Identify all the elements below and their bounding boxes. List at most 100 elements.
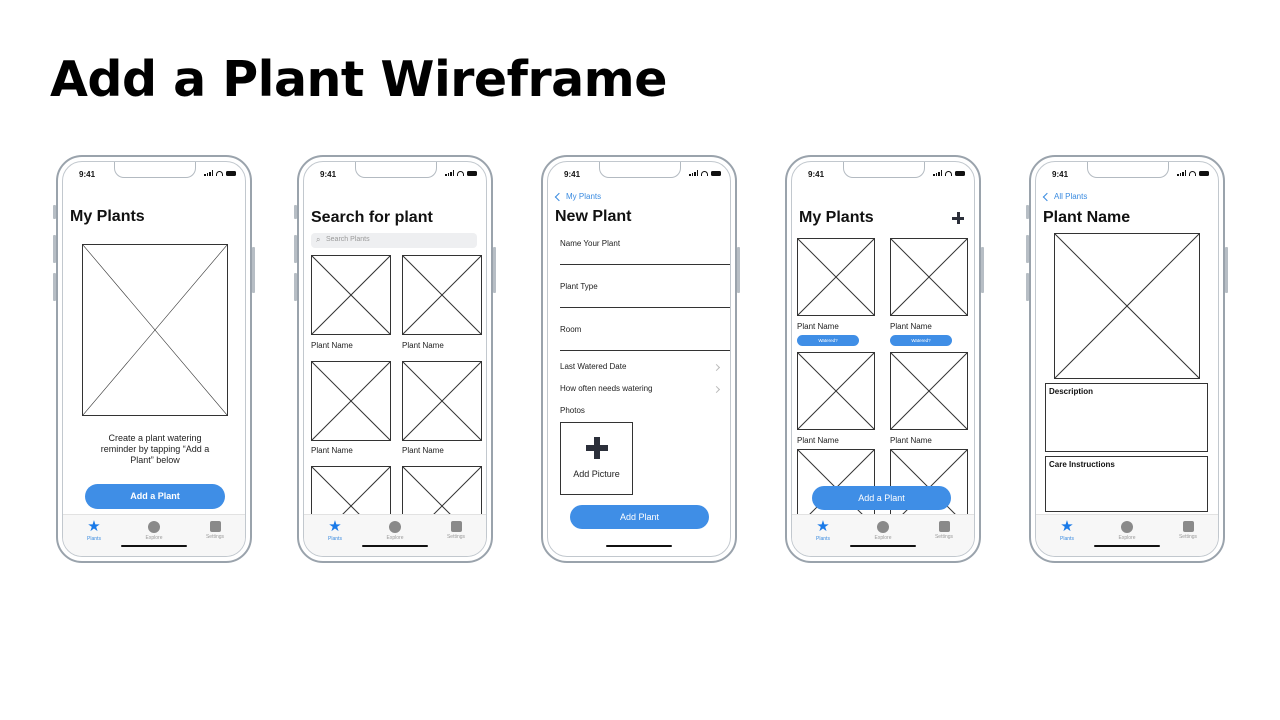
image-placeholder[interactable] xyxy=(890,238,968,316)
tab-label: Plants xyxy=(816,536,830,542)
wifi-icon xyxy=(1189,170,1196,176)
search-input[interactable]: ⌕ Search Plants xyxy=(311,233,477,248)
image-placeholder xyxy=(82,244,228,416)
tab-plants[interactable]: ★ Plants xyxy=(1047,519,1087,542)
status-icons xyxy=(689,170,721,176)
field-label-room: Room xyxy=(560,325,582,334)
battery-icon xyxy=(467,170,477,176)
chevron-right-icon xyxy=(712,363,721,372)
screen-title: My Plants xyxy=(799,209,874,226)
phone-new-plant: 9:41 My Plants New Plant Name Your Plant… xyxy=(541,155,740,563)
notch xyxy=(843,162,925,178)
care-instructions-box: Care Instructions xyxy=(1045,456,1208,512)
tab-label: Plants xyxy=(328,536,342,542)
image-placeholder[interactable] xyxy=(311,255,391,335)
room-input-underline[interactable] xyxy=(560,350,730,351)
battery-icon xyxy=(711,170,721,176)
tab-explore[interactable]: Explore xyxy=(134,519,174,541)
add-picture-label: Add Picture xyxy=(573,469,620,479)
add-a-plant-button[interactable]: Add a Plant xyxy=(85,484,225,509)
tab-label: Explore xyxy=(1118,535,1136,541)
phone-screen: 9:41 My Plants Plant Name Plant Name Wat… xyxy=(791,161,975,557)
circle-icon xyxy=(148,521,160,533)
tab-plants[interactable]: ★ Plants xyxy=(315,519,355,542)
tab-explore[interactable]: Explore xyxy=(1107,519,1147,541)
home-indicator xyxy=(362,544,428,547)
tab-explore[interactable]: Explore xyxy=(863,519,903,541)
back-link[interactable]: My Plants xyxy=(554,192,601,201)
image-placeholder[interactable] xyxy=(797,238,875,316)
side-button xyxy=(737,247,740,293)
watered-button[interactable]: Watered? xyxy=(890,335,952,346)
wifi-icon xyxy=(216,170,223,176)
plant-name-label: Plant Name xyxy=(797,322,839,331)
wifi-icon xyxy=(701,170,708,176)
tab-label: Settings xyxy=(446,534,466,540)
add-a-plant-button[interactable]: Add a Plant xyxy=(812,486,951,510)
status-icons xyxy=(1177,170,1209,176)
tab-plants[interactable]: ★ Plants xyxy=(803,519,843,542)
battery-icon xyxy=(1199,170,1209,176)
photos-label: Photos xyxy=(560,406,585,415)
tab-bar: ★ Plants Explore Settings xyxy=(304,514,486,556)
phone-my-plants-empty: 9:41 My Plants Create a plant watering r… xyxy=(53,155,255,563)
circle-icon xyxy=(389,521,401,533)
care-instructions-label: Care Instructions xyxy=(1049,460,1115,469)
tab-label: Plants xyxy=(87,536,101,542)
image-placeholder[interactable] xyxy=(797,352,875,430)
tab-explore[interactable]: Explore xyxy=(375,519,415,541)
image-placeholder[interactable] xyxy=(402,361,482,441)
notch xyxy=(114,162,196,178)
phone-screen: 9:41 Search for plant ⌕ Search Plants Pl… xyxy=(303,161,487,557)
tab-plants[interactable]: ★ Plants xyxy=(74,519,114,542)
field-label-type: Plant Type xyxy=(560,282,598,291)
side-button xyxy=(1225,247,1228,293)
image-placeholder[interactable] xyxy=(311,361,391,441)
empty-state-message: Create a plant watering reminder by tapp… xyxy=(100,433,210,465)
phone-plant-detail: 9:41 All Plants Plant Name Description C… xyxy=(1026,155,1228,563)
add-plant-button[interactable]: Add Plant xyxy=(570,505,709,529)
image-placeholder[interactable] xyxy=(890,352,968,430)
watering-frequency-row[interactable]: How often needs watering xyxy=(560,384,653,393)
tab-label: Plants xyxy=(1060,536,1074,542)
signal-icon xyxy=(1177,170,1186,176)
signal-icon xyxy=(445,170,454,176)
tab-settings[interactable]: Settings xyxy=(1168,519,1208,540)
plant-name-label: Plant Name xyxy=(890,322,932,331)
tab-settings[interactable]: Settings xyxy=(924,519,964,540)
notch xyxy=(1087,162,1169,178)
star-icon: ★ xyxy=(816,518,830,535)
phone-screen: 9:41 All Plants Plant Name Description C… xyxy=(1035,161,1219,557)
watered-button[interactable]: Watered? xyxy=(797,335,859,346)
type-input-underline[interactable] xyxy=(560,307,730,308)
status-time: 9:41 xyxy=(1052,170,1069,179)
wifi-icon xyxy=(945,170,952,176)
notch xyxy=(599,162,681,178)
chevron-right-icon xyxy=(712,385,721,394)
add-picture-button[interactable]: Add Picture xyxy=(560,422,633,495)
name-input-underline[interactable] xyxy=(560,264,730,265)
square-icon xyxy=(209,521,221,532)
tab-settings[interactable]: Settings xyxy=(195,519,235,540)
tab-label: Explore xyxy=(386,535,404,541)
star-icon: ★ xyxy=(1060,518,1074,535)
tab-label: Explore xyxy=(874,535,892,541)
battery-icon xyxy=(226,170,236,176)
back-link[interactable]: All Plants xyxy=(1042,192,1087,201)
search-icon: ⌕ xyxy=(316,235,321,244)
circle-icon xyxy=(877,521,889,533)
field-label-name: Name Your Plant xyxy=(560,239,621,248)
status-time: 9:41 xyxy=(564,170,581,179)
tab-settings[interactable]: Settings xyxy=(436,519,476,540)
side-button xyxy=(493,247,496,293)
image-placeholder[interactable] xyxy=(402,255,482,335)
screen-title: My Plants xyxy=(70,208,145,225)
signal-icon xyxy=(204,170,213,176)
tab-label: Settings xyxy=(934,534,954,540)
last-watered-row[interactable]: Last Watered Date xyxy=(560,362,626,371)
plus-icon[interactable] xyxy=(952,212,964,224)
plant-name-label: Plant Name xyxy=(311,341,353,350)
side-button xyxy=(252,247,255,293)
chevron-left-icon xyxy=(1042,192,1052,201)
plant-name-label: Plant Name xyxy=(402,446,444,455)
